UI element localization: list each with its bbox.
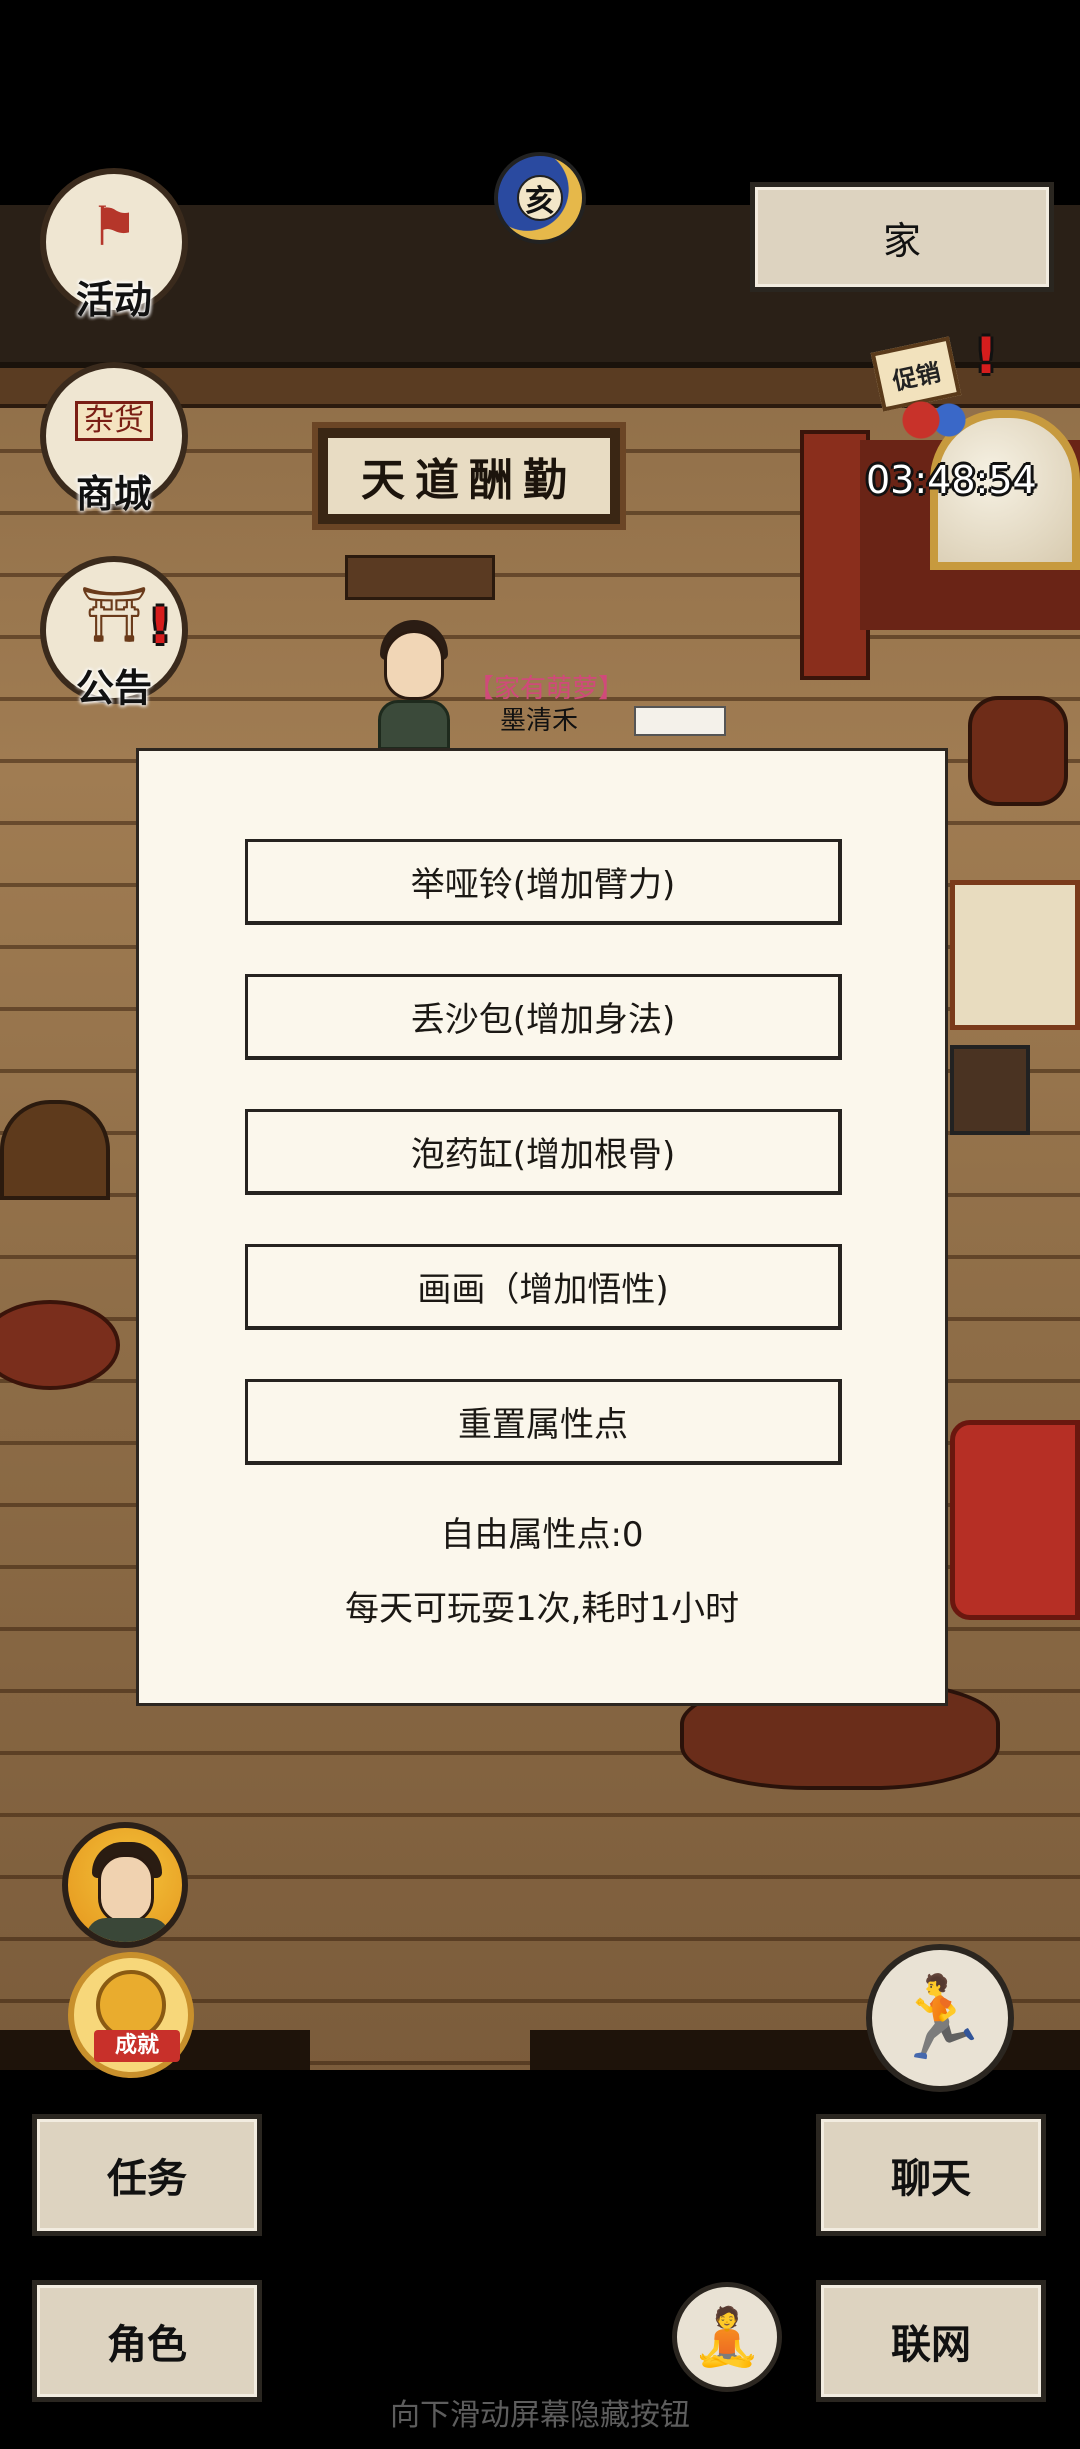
character-body	[378, 700, 450, 750]
medicine-vat-option-button[interactable]: 泡药缸(增加根骨)	[245, 1109, 842, 1195]
plaque-text: 天道酬勤	[328, 438, 610, 514]
task-button[interactable]: 任务	[32, 2114, 262, 2236]
moon-time-icon[interactable]: 亥	[494, 152, 586, 244]
network-button[interactable]: 联网	[816, 2280, 1046, 2402]
meditation-icon[interactable]: 🧘	[672, 2282, 782, 2392]
gift-bags-icon	[900, 398, 970, 442]
notice-alert-icon: !	[148, 597, 172, 655]
player-avatar[interactable]	[62, 1822, 188, 1948]
notice-board-icon: ⛩	[79, 583, 149, 646]
swipe-hint-text: 向下滑动屏幕隐藏按钮	[390, 2398, 690, 2433]
time-period-char: 亥	[517, 175, 563, 221]
home-button[interactable]: 家	[750, 182, 1054, 292]
shop-icon: 杂货	[75, 401, 153, 441]
writing-desk	[345, 555, 495, 600]
paper-sheet	[634, 706, 726, 736]
character-head	[384, 630, 444, 700]
achievement-button[interactable]: 成就	[68, 1952, 194, 2078]
chat-button[interactable]: 聊天	[816, 2114, 1046, 2236]
activity-button[interactable]: ⚑ 活动	[40, 168, 188, 322]
running-man-icon[interactable]: 🏃	[866, 1944, 1014, 2092]
red-sofa	[950, 1420, 1080, 1620]
avatar-face	[98, 1854, 154, 1924]
folding-screen	[950, 880, 1080, 1030]
activity-label: 活动	[75, 278, 152, 322]
notice-label: 公告	[75, 666, 152, 710]
dumbbell-option-button[interactable]: 举哑铃(增加臂力)	[245, 839, 842, 925]
play-rule-text: 每天可玩耍1次,耗时1小时	[344, 1589, 740, 1629]
achievement-label: 成就	[94, 2030, 180, 2062]
shop-button[interactable]: 杂货 商城	[40, 362, 188, 516]
reset-points-button[interactable]: 重置属性点	[245, 1379, 842, 1465]
promo-alert-icon: !	[974, 327, 998, 385]
play-options-dialog: 举哑铃(增加臂力) 丢沙包(增加身法) 泡药缸(增加根骨) 画画（增加悟性) 重…	[136, 748, 948, 1706]
storage-box	[950, 1045, 1030, 1135]
sandbag-option-button[interactable]: 丢沙包(增加身法)	[245, 974, 842, 1060]
free-points-text: 自由属性点:0	[440, 1515, 644, 1555]
painting-option-button[interactable]: 画画（增加悟性)	[245, 1244, 842, 1330]
player-character[interactable]	[368, 620, 460, 750]
shop-label: 商城	[75, 472, 152, 516]
promo-timer: 03:48:54	[866, 458, 1037, 502]
player-name: 墨清禾	[500, 706, 579, 736]
flag-icon: ⚑	[89, 195, 139, 258]
chair	[0, 1100, 110, 1200]
role-button[interactable]: 角色	[32, 2280, 262, 2402]
barrel	[968, 696, 1068, 806]
wall-plaque: 天道酬勤	[312, 422, 626, 530]
